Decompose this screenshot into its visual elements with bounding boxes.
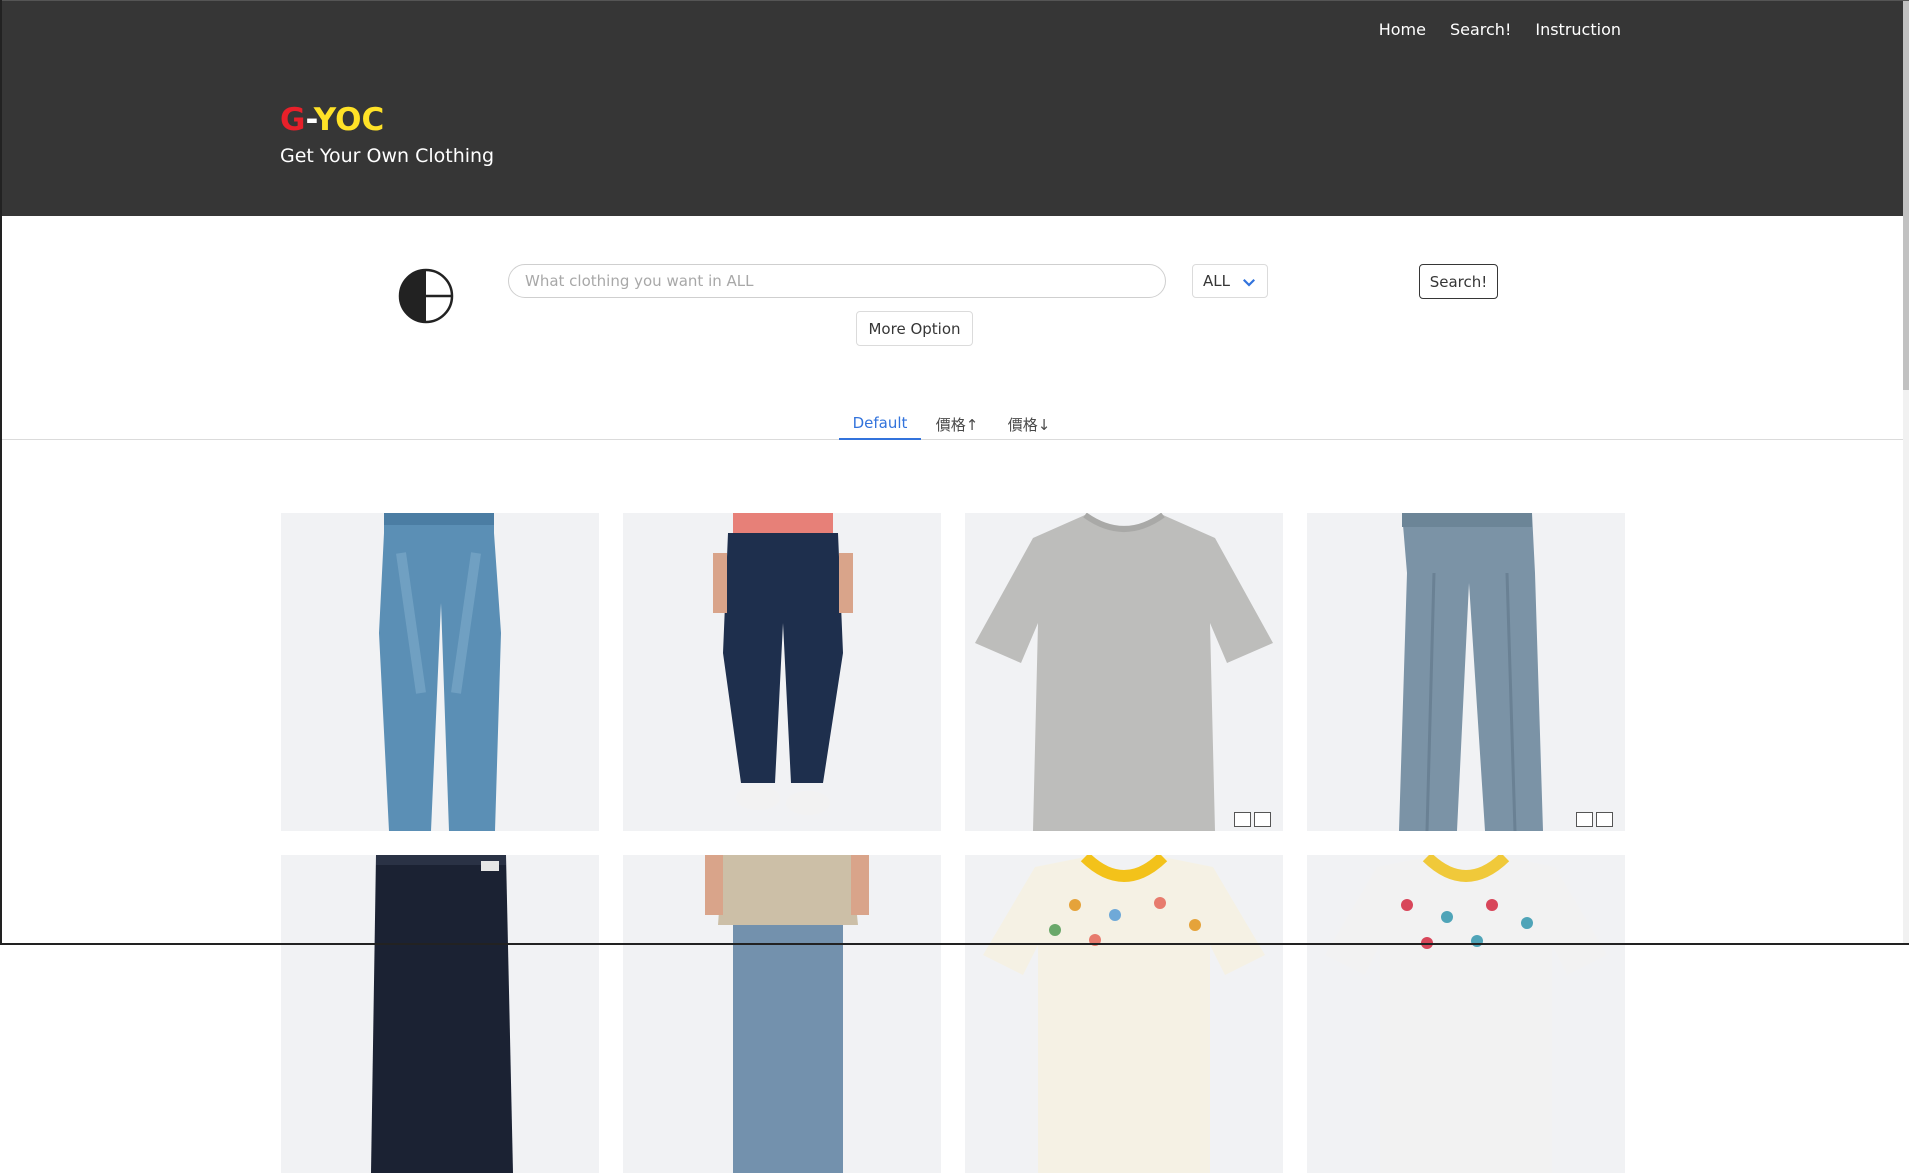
tshirt-image: [975, 513, 1273, 831]
tab-default[interactable]: Default: [839, 408, 921, 440]
category-select[interactable]: ALL: [1192, 264, 1268, 298]
brand-tagline: Get Your Own Clothing: [280, 145, 495, 167]
kids-tshirt-image: [983, 855, 1265, 1173]
category-select-value: ALL: [1203, 272, 1230, 290]
chevron-down-icon: [1242, 275, 1256, 287]
jogger-pants-image: [713, 513, 853, 815]
trousers-image: [1399, 513, 1543, 831]
nav-home-link[interactable]: Home: [1367, 18, 1438, 41]
top-nav: Home Search! Instruction: [1367, 18, 1633, 41]
search-input[interactable]: [508, 264, 1166, 298]
product-card[interactable]: [1307, 855, 1625, 1173]
product-card[interactable]: [623, 855, 941, 1173]
g-logo-icon: [398, 268, 454, 324]
tab-price-descending[interactable]: 價格↓: [1001, 408, 1057, 440]
pants-image: [371, 855, 513, 1173]
nav-instruction-link[interactable]: Instruction: [1523, 18, 1633, 41]
product-card[interactable]: [1307, 513, 1625, 831]
brand-yoc: YOC: [313, 102, 385, 138]
nav-search-link[interactable]: Search!: [1438, 18, 1523, 41]
product-badges: [1234, 812, 1271, 827]
brand-dash: -: [305, 102, 314, 138]
hero-header: Home Search! Instruction G-YOC Get Your …: [0, 0, 1903, 216]
product-card[interactable]: [281, 513, 599, 831]
kids-tshirt-image: [1325, 855, 1607, 1173]
product-card[interactable]: [281, 855, 599, 1173]
more-option-button[interactable]: More Option: [856, 311, 973, 346]
window-border-left: [0, 0, 2, 945]
product-card[interactable]: [965, 855, 1283, 1173]
jeans-image: [379, 513, 501, 831]
tab-price-ascending[interactable]: 價格↑: [931, 408, 983, 440]
model-image: [705, 855, 869, 1173]
brand-title: G-YOC: [280, 102, 384, 138]
product-card[interactable]: [623, 513, 941, 831]
brand-g: G: [280, 102, 306, 138]
page-scrollbar[interactable]: [1903, 0, 1909, 945]
scrollbar-thumb[interactable]: [1903, 0, 1909, 390]
search-button[interactable]: Search!: [1419, 264, 1498, 299]
window-border-top: [0, 0, 1909, 1]
product-card[interactable]: [965, 513, 1283, 831]
product-badges: [1576, 812, 1613, 827]
